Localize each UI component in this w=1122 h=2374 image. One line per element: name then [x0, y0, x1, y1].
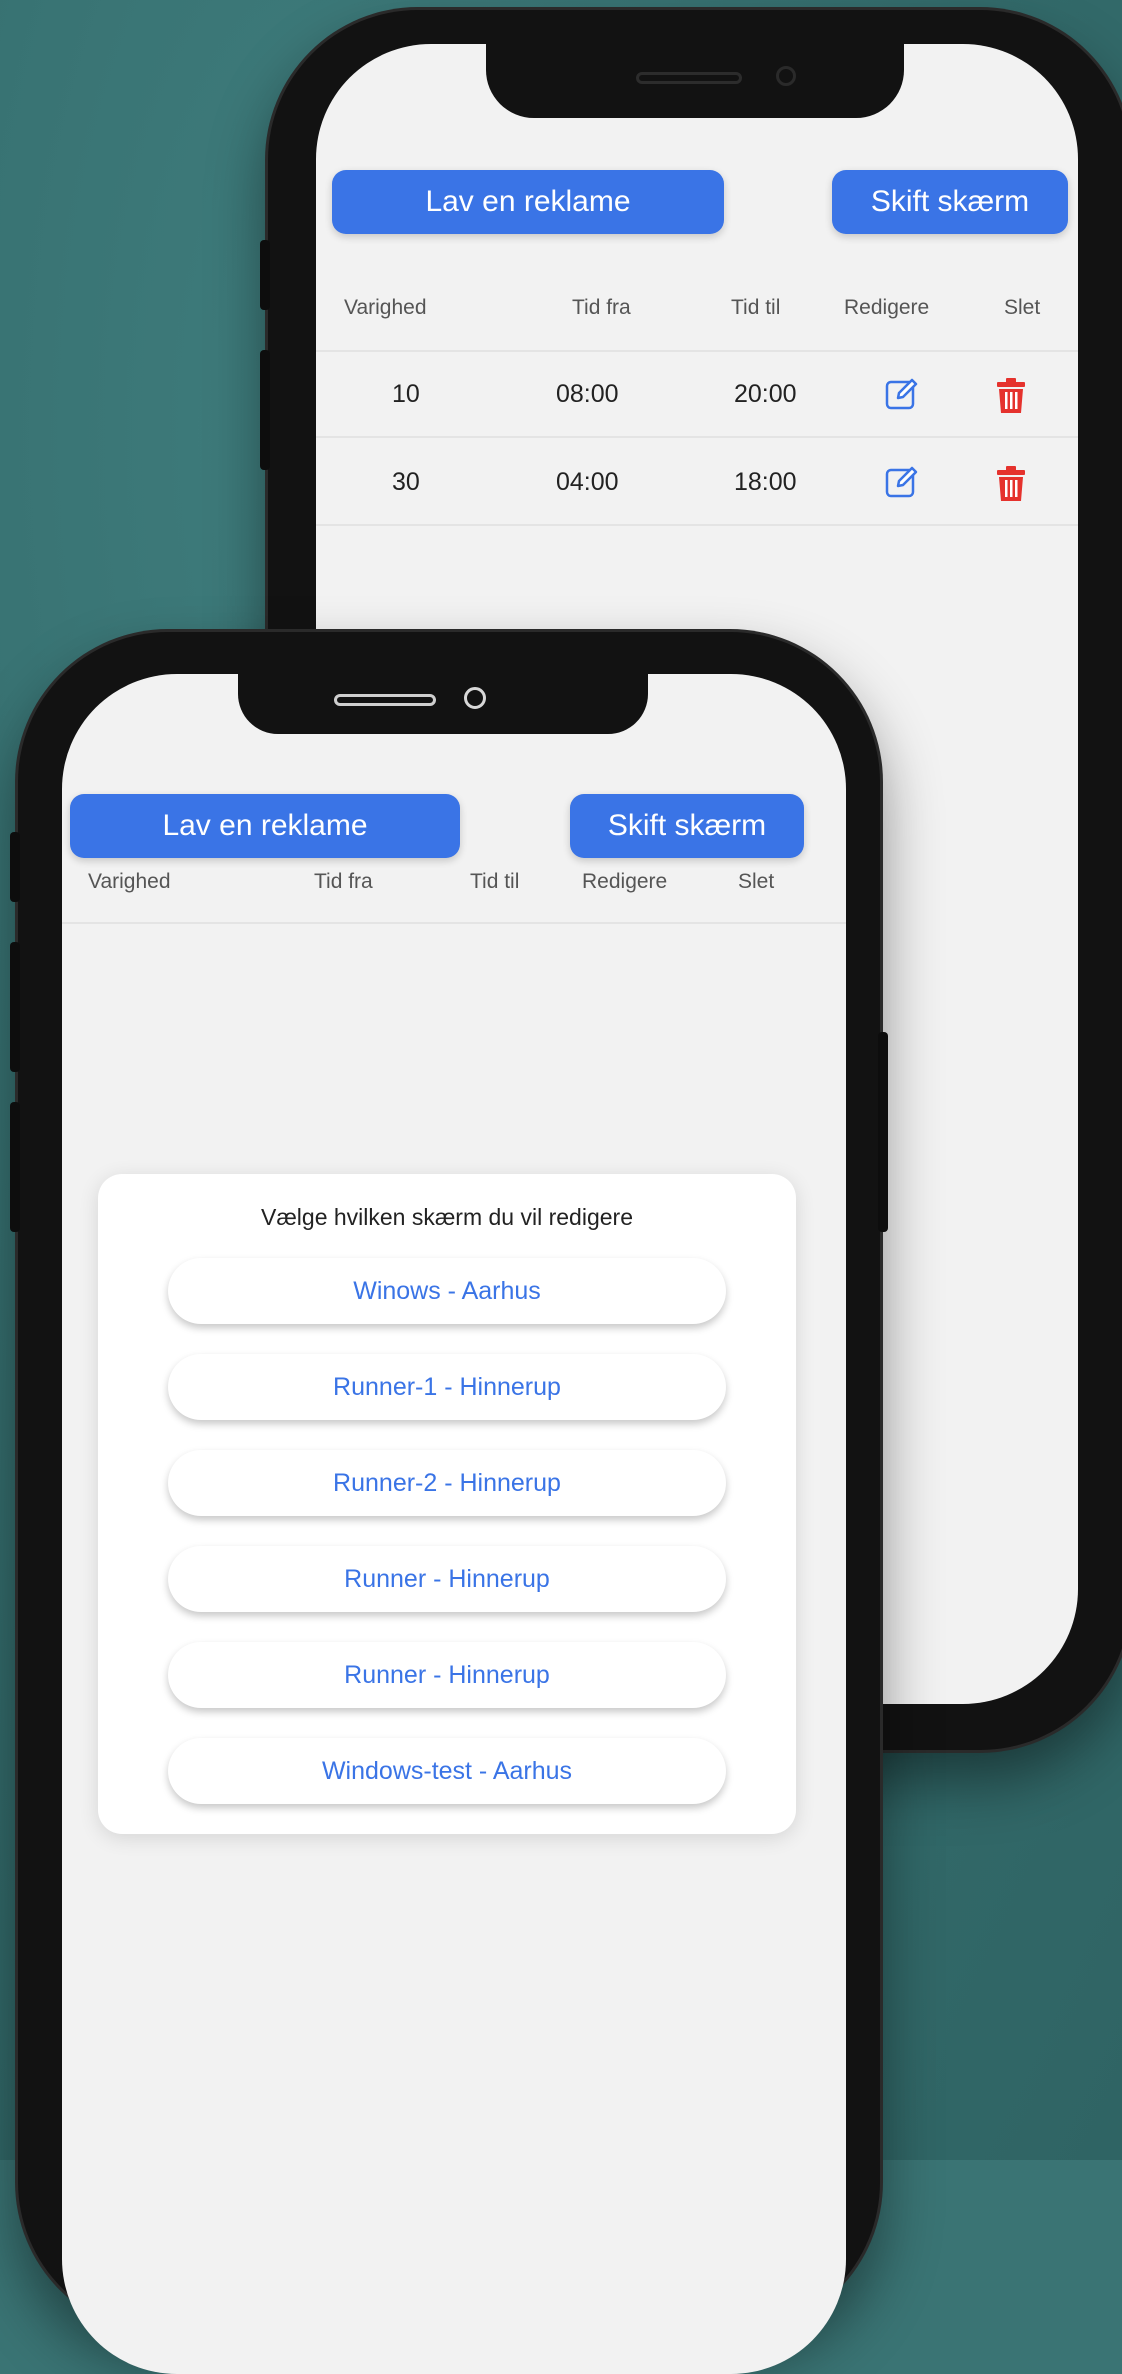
trash-icon[interactable]	[994, 466, 1028, 502]
side-button	[260, 240, 270, 310]
create-ad-button[interactable]: Lav en reklame	[70, 794, 460, 858]
front-phone-screen: Lav en reklame Skift skærm Varighed Tid …	[62, 674, 846, 2374]
divider	[316, 436, 1078, 438]
trash-icon[interactable]	[994, 378, 1028, 414]
modal-title: Vælge hvilken skærm du vil redigere	[261, 1204, 633, 1230]
column-header-edit: Redigere	[582, 870, 668, 893]
side-button	[260, 350, 270, 470]
cell-duration: 10	[392, 380, 420, 408]
column-header-delete: Slet	[1004, 296, 1041, 319]
switch-screen-button[interactable]: Skift skærm	[832, 170, 1068, 234]
divider	[316, 524, 1078, 526]
edit-icon[interactable]	[884, 376, 920, 412]
column-header-from: Tid fra	[572, 296, 631, 319]
column-header-duration: Varighed	[88, 870, 171, 893]
front-phone: Lav en reklame Skift skærm Varighed Tid …	[10, 632, 888, 2374]
camera-icon	[464, 687, 486, 709]
speaker-icon	[334, 694, 436, 706]
column-header-to: Tid til	[470, 870, 520, 893]
side-button	[878, 1032, 888, 1232]
screen-option[interactable]: Winows - Aarhus	[168, 1258, 726, 1324]
notch	[486, 44, 904, 118]
divider	[62, 922, 846, 924]
camera-icon	[776, 66, 796, 86]
switch-screen-button[interactable]: Skift skærm	[570, 794, 804, 858]
cell-to: 20:00	[734, 380, 797, 408]
notch	[238, 674, 648, 734]
screen-option[interactable]: Windows-test - Aarhus	[168, 1738, 726, 1804]
column-header-delete: Slet	[738, 870, 775, 893]
cell-from: 08:00	[556, 380, 619, 408]
column-header-edit: Redigere	[844, 296, 930, 319]
column-header-to: Tid til	[731, 296, 781, 319]
side-button	[10, 1102, 20, 1232]
cell-duration: 30	[392, 468, 420, 496]
divider	[316, 350, 1078, 352]
create-ad-button[interactable]: Lav en reklame	[332, 170, 724, 234]
edit-icon[interactable]	[884, 464, 920, 500]
side-button	[10, 832, 20, 902]
select-screen-modal: Vælge hvilken skærm du vil redigere Wino…	[98, 1174, 796, 1834]
column-header-from: Tid fra	[314, 870, 373, 893]
column-header-duration: Varighed	[344, 296, 427, 319]
side-button	[10, 942, 20, 1072]
cell-to: 18:00	[734, 468, 797, 496]
cell-from: 04:00	[556, 468, 619, 496]
screen-option[interactable]: Runner - Hinnerup	[168, 1546, 726, 1612]
speaker-icon	[636, 72, 742, 84]
screen-option[interactable]: Runner-2 - Hinnerup	[168, 1450, 726, 1516]
screen-option[interactable]: Runner-1 - Hinnerup	[168, 1354, 726, 1420]
screen-option[interactable]: Runner - Hinnerup	[168, 1642, 726, 1708]
